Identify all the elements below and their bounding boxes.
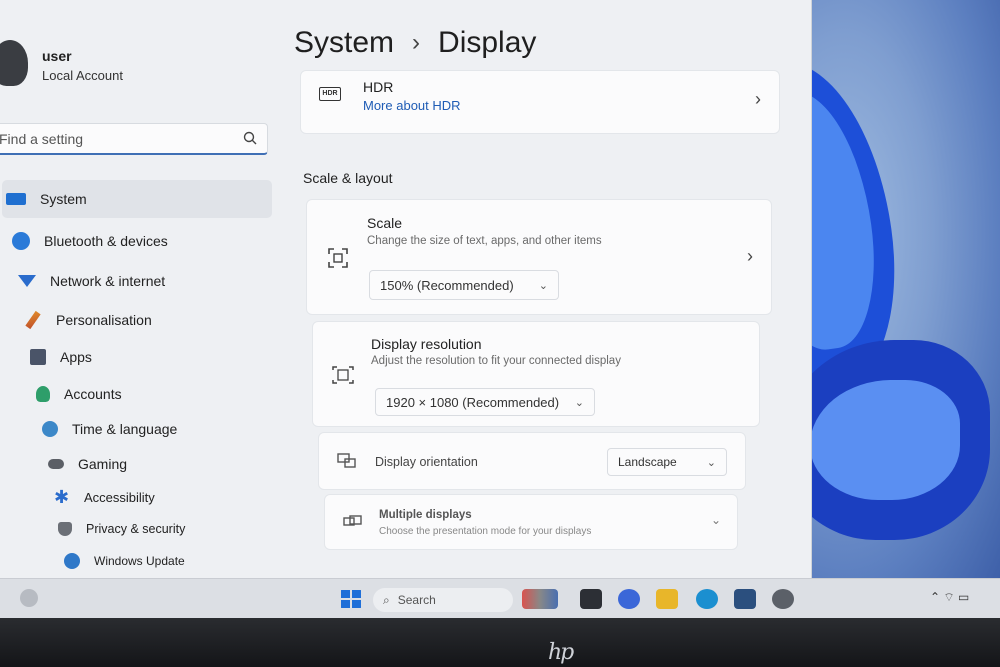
sidebar-item-windows-update[interactable]: Windows Update <box>64 542 284 580</box>
search-highlight-icon[interactable] <box>522 589 558 609</box>
account-type: Local Account <box>42 68 123 83</box>
avatar <box>0 40 28 86</box>
chevron-right-icon: › <box>755 89 761 109</box>
widgets-icon[interactable] <box>20 589 38 607</box>
resolution-title: Display resolution <box>371 336 482 352</box>
settings-search[interactable] <box>0 123 268 155</box>
search-icon[interactable] <box>243 131 257 145</box>
chevron-down-icon: ⌄ <box>538 279 548 292</box>
shield-icon <box>58 522 72 536</box>
chevron-right-icon: › <box>747 246 753 266</box>
taskbar-search-label: Search <box>397 593 436 607</box>
resolution-value: 1920 × 1080 (Recommended) <box>386 394 560 410</box>
taskbar: ⌕ Search ⌃ ⌔ ▭ <box>0 578 1000 618</box>
hdr-icon: HDR <box>319 87 341 101</box>
chat-icon[interactable] <box>618 589 640 609</box>
settings-gear-icon[interactable] <box>772 589 794 609</box>
orientation-value: Landscape <box>618 455 677 469</box>
multiple-displays-icon <box>343 515 362 526</box>
search-input[interactable] <box>0 130 229 147</box>
sidebar-item-network[interactable]: Network & internet <box>18 262 268 300</box>
settings-sidebar: user Local Account System Bluetooth & de… <box>0 0 285 578</box>
settings-window: user Local Account System Bluetooth & de… <box>0 0 812 578</box>
scale-title: Scale <box>367 215 403 231</box>
chevron-down-icon: ⌄ <box>574 396 584 409</box>
breadcrumb: System › Display <box>294 26 536 60</box>
section-title: Scale & layout <box>303 170 393 186</box>
taskbar-search[interactable]: ⌕ Search <box>373 588 513 612</box>
orientation-title: Display orientation <box>375 455 478 469</box>
sidebar-item-label: Privacy & security <box>86 522 186 536</box>
multiple-displays-card[interactable]: Multiple displays Choose the presentatio… <box>324 494 738 550</box>
system-tray[interactable]: ⌃ ⌔ ▭ <box>930 590 969 605</box>
start-icon[interactable] <box>340 589 362 609</box>
update-icon <box>64 553 80 569</box>
chevron-down-icon: ⌄ <box>706 456 716 469</box>
laptop-bezel <box>0 618 1000 667</box>
globe-icon <box>42 421 58 437</box>
accessibility-icon: ✱ <box>54 487 70 507</box>
sidebar-item-label: Windows Update <box>94 554 185 568</box>
user-profile[interactable]: user Local Account <box>0 40 123 86</box>
sidebar-item-bluetooth[interactable]: Bluetooth & devices <box>12 222 262 260</box>
sidebar-item-label: Personalisation <box>56 312 152 328</box>
hdr-link[interactable]: More about HDR <box>363 98 461 113</box>
sidebar-item-label: Bluetooth & devices <box>44 233 168 249</box>
sidebar-item-label: Accessibility <box>84 489 155 505</box>
scale-dropdown[interactable]: 150% (Recommended) ⌄ <box>369 270 559 300</box>
scale-icon <box>328 248 348 268</box>
apps-icon <box>30 349 46 365</box>
orientation-dropdown[interactable]: Landscape ⌄ <box>607 448 727 476</box>
page-title: Display <box>438 26 537 59</box>
sidebar-item-label: Apps <box>60 349 92 365</box>
brand-logo: hp <box>548 640 574 665</box>
orientation-card: Display orientation Landscape ⌄ <box>318 432 746 490</box>
person-icon <box>36 386 50 402</box>
sidebar-item-label: Accounts <box>64 386 122 402</box>
orientation-icon <box>337 453 356 468</box>
user-name: user <box>42 48 72 64</box>
edge-icon[interactable] <box>696 589 718 609</box>
sidebar-item-label: Network & internet <box>50 273 166 289</box>
sidebar-item-personalisation[interactable]: Personalisation <box>24 301 274 339</box>
sidebar-item-time-language[interactable]: Time & language <box>42 410 282 448</box>
wifi-icon <box>18 275 36 287</box>
store-icon[interactable] <box>734 589 756 609</box>
hdr-title: HDR <box>363 79 394 95</box>
sidebar-item-system[interactable]: System <box>2 180 272 218</box>
sidebar-item-apps[interactable]: Apps <box>30 338 270 376</box>
scale-subtitle: Change the size of text, apps, and other… <box>367 235 602 247</box>
brush-icon <box>25 310 41 330</box>
monitor-icon <box>6 193 26 205</box>
resolution-subtitle: Adjust the resolution to fit your connec… <box>371 355 621 367</box>
resolution-card: Display resolution Adjust the resolution… <box>312 321 760 427</box>
chevron-right-icon: › <box>412 29 421 56</box>
gamepad-icon <box>48 459 64 469</box>
sidebar-item-label: System <box>40 191 87 207</box>
sidebar-item-accounts[interactable]: Accounts <box>36 375 276 413</box>
sidebar-item-label: Gaming <box>78 456 128 472</box>
task-view-icon[interactable] <box>580 589 602 609</box>
resolution-icon <box>332 366 354 384</box>
bluetooth-icon <box>12 232 30 250</box>
hdr-card[interactable]: HDR HDR More about HDR › <box>300 70 780 134</box>
multiple-displays-subtitle: Choose the presentation mode for your di… <box>379 526 592 537</box>
resolution-dropdown[interactable]: 1920 × 1080 (Recommended) ⌄ <box>375 388 595 416</box>
sidebar-item-label: Time & language <box>72 421 178 437</box>
chevron-down-icon: ⌄ <box>710 513 721 527</box>
search-icon: ⌕ <box>383 592 390 607</box>
scale-card[interactable]: Scale Change the size of text, apps, and… <box>306 199 772 315</box>
breadcrumb-parent[interactable]: System <box>294 26 394 60</box>
file-explorer-icon[interactable] <box>656 589 678 609</box>
scale-value: 150% (Recommended) <box>380 277 514 293</box>
multiple-displays-title: Multiple displays <box>379 509 472 521</box>
